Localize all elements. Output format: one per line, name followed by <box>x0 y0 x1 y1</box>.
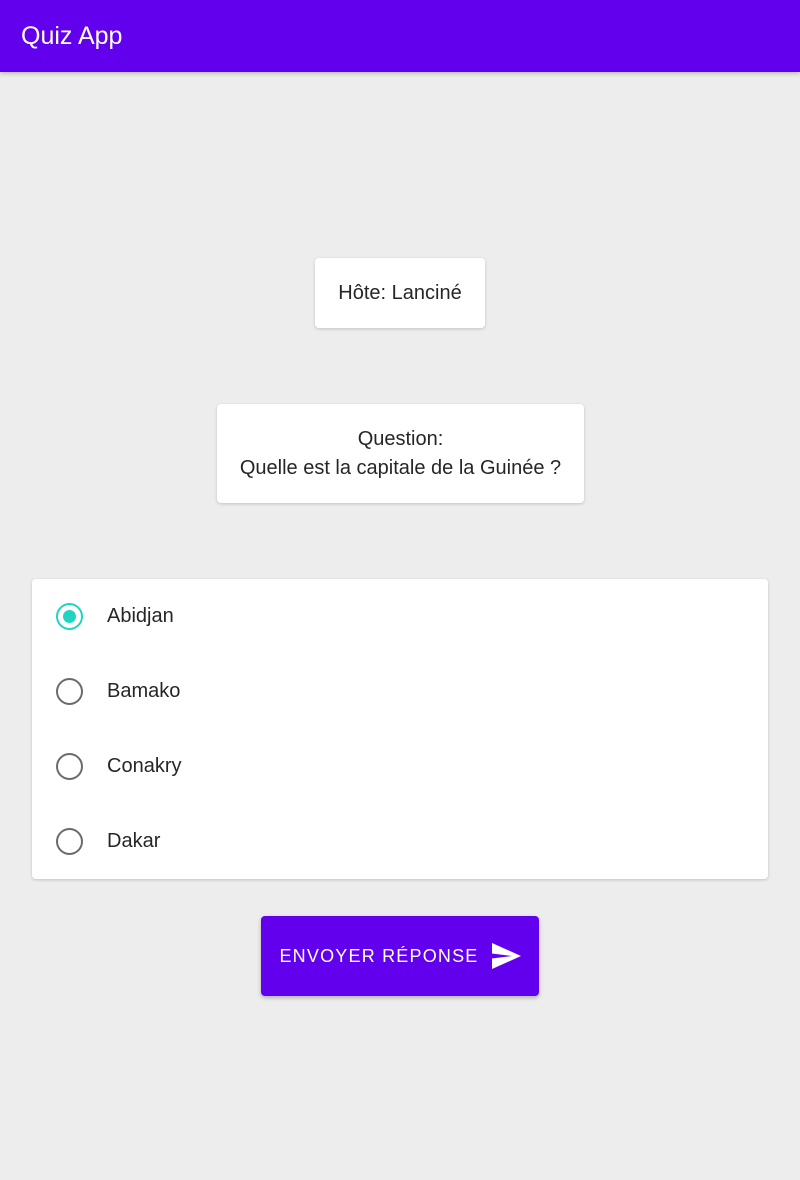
radio-button[interactable] <box>56 753 83 780</box>
submit-answer-button[interactable]: ENVOYER RÉPONSE <box>261 916 539 996</box>
option-label: Conakry <box>107 755 182 777</box>
host-card: Hôte: Lanciné <box>315 258 485 328</box>
answer-options: Abidjan Bamako Conakry Dakar <box>32 579 768 879</box>
option-label: Dakar <box>107 830 161 852</box>
submit-button-label: ENVOYER RÉPONSE <box>279 945 479 966</box>
option-abidjan[interactable]: Abidjan <box>32 579 768 654</box>
question-heading: Question: <box>357 427 444 450</box>
radio-dot <box>63 610 76 623</box>
radio-button-checked[interactable] <box>56 603 83 630</box>
option-bamako[interactable]: Bamako <box>32 654 768 729</box>
app-title: Quiz App <box>21 21 123 50</box>
question-card: Question: Quelle est la capitale de la G… <box>217 404 584 503</box>
option-dakar[interactable]: Dakar <box>32 804 768 879</box>
send-icon <box>491 943 521 969</box>
question-text: Quelle est la capitale de la Guinée ? <box>239 456 562 479</box>
app-bar: Quiz App <box>0 0 800 72</box>
radio-button[interactable] <box>56 828 83 855</box>
radio-button[interactable] <box>56 678 83 705</box>
option-label: Abidjan <box>107 605 174 627</box>
host-label: Hôte: Lanciné <box>338 281 462 304</box>
option-label: Bamako <box>107 680 181 702</box>
option-conakry[interactable]: Conakry <box>32 729 768 804</box>
